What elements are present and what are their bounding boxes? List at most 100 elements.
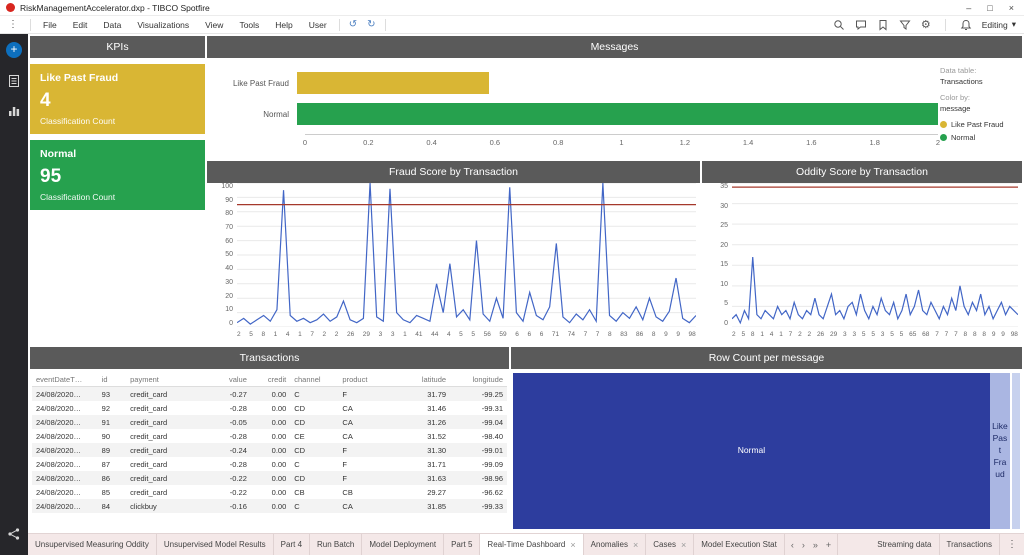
tab-close-icon[interactable]: × (570, 540, 575, 550)
menu-help[interactable]: Help (267, 16, 300, 34)
menu-tools[interactable]: Tools (231, 16, 267, 34)
table-row[interactable]: 24/08/2020… 86 credit_card -0.22 0.00 CD F 31.6… (32, 471, 507, 485)
bookmark-icon[interactable] (877, 19, 889, 31)
x-tick-label: 9 (1001, 331, 1005, 338)
collaboration-icon[interactable] (7, 527, 21, 541)
column-header-id[interactable]: id (97, 373, 127, 387)
column-header-product[interactable]: product (338, 373, 394, 387)
tab-nav-forward-icon[interactable]: › (802, 540, 805, 550)
tab-part-4[interactable]: Part 4 (274, 534, 311, 555)
bar-like-past-fraud[interactable] (297, 72, 490, 94)
table-row[interactable]: 24/08/2020… 93 credit_card -0.27 0.00 C F 31.79… (32, 386, 507, 401)
oddity-score-chart: 35 30 25 20 15 10 5 0 2 5 8 1 4 1 7 2 2 26 29 3 3 5 5 3 5 5 65 68 7… (706, 183, 1018, 343)
kpi-card-normal[interactable]: Normal 95 Classification Count (30, 140, 205, 210)
column-header-longitude[interactable]: longitude (450, 373, 507, 387)
column-header-channel[interactable]: channel (290, 373, 339, 387)
tab-add-icon[interactable]: + (826, 540, 831, 550)
table-cell: 31.79 (427, 389, 447, 399)
x-tick-label: 2 (798, 331, 802, 338)
comment-icon[interactable] (855, 19, 867, 31)
tab-cases[interactable]: Cases × (646, 534, 695, 555)
treemap-scrollbar[interactable] (1012, 373, 1020, 529)
tabbar-right: Streaming data Transactions (870, 534, 1000, 555)
tab-label: Unsupervised Measuring Oddity (35, 540, 149, 549)
tab-part-5[interactable]: Part 5 (444, 534, 481, 555)
tab-nav-back-icon[interactable]: ‹ (791, 540, 794, 550)
table-row[interactable]: 24/08/2020… 92 credit_card -0.28 0.00 CD CA 31.… (32, 401, 507, 415)
table-row[interactable]: 24/08/2020… 89 credit_card -0.24 0.00 CD F 31.3… (32, 443, 507, 457)
notifications-bell-icon[interactable] (960, 19, 972, 31)
menu-view[interactable]: View (197, 16, 231, 34)
tab-anomalies[interactable]: Anomalies × (584, 534, 647, 555)
tab-model-deployment[interactable]: Model Deployment (362, 534, 445, 555)
table-cell: credit_card (130, 473, 168, 483)
tab-close-icon[interactable]: × (681, 540, 686, 550)
x-tick-label: 2 (334, 331, 339, 338)
menu-user[interactable]: User (301, 16, 335, 34)
tab-close-icon[interactable]: × (633, 540, 638, 550)
column-header-latitude[interactable]: latitude (393, 373, 451, 387)
visualizations-icon[interactable] (7, 104, 21, 118)
editing-dropdown[interactable]: Editing ▾ (982, 19, 1016, 30)
column-header-value[interactable]: value (202, 373, 251, 387)
column-header-eventdatet[interactable]: eventDateT… (32, 373, 98, 387)
tab-unsupervised-measuring-oddity[interactable]: Unsupervised Measuring Oddity (28, 534, 157, 555)
tab-unsupervised-model-results[interactable]: Unsupervised Model Results (157, 534, 274, 555)
tab-run-batch[interactable]: Run Batch (310, 534, 363, 555)
tab-real-time-dashboard[interactable]: Real-Time Dashboard × (480, 534, 584, 555)
x-tick-label: 3 (378, 331, 383, 338)
minimize-button[interactable]: – (966, 3, 971, 13)
add-button[interactable]: + (6, 42, 22, 58)
x-tick-label: 4 (446, 331, 451, 338)
tab-streaming-data[interactable]: Streaming data (870, 534, 940, 555)
search-icon[interactable] (833, 19, 845, 31)
treemap-block-like-past-fraud[interactable]: Like Past Fraud (989, 373, 1010, 529)
menu-data[interactable]: Data (95, 16, 129, 34)
x-tick-label: 8 (982, 331, 986, 338)
table-row[interactable]: 24/08/2020… 84 clickbuy -0.16 0.00 C CA 31.85 -9… (32, 499, 507, 513)
redo-icon[interactable]: ↻ (362, 19, 380, 30)
settings-gear-icon[interactable]: ⚙ (921, 19, 931, 31)
maximize-button[interactable]: □ (987, 3, 992, 13)
column-header-credit[interactable]: credit (250, 373, 291, 387)
legend-item-like-past-fraud[interactable]: Like Past Fraud (940, 120, 1020, 129)
bar-normal[interactable] (297, 103, 938, 125)
data-table-value[interactable]: Transactions (940, 77, 1020, 86)
kpi-card-like-past-fraud[interactable]: Like Past Fraud 4 Classification Count (30, 64, 205, 134)
kpi-sublabel: Classification Count (40, 116, 116, 126)
table-cell: CA (342, 431, 353, 441)
color-by-value[interactable]: message (940, 104, 1020, 113)
menu-visualizations[interactable]: Visualizations (129, 16, 197, 34)
column-header-payment[interactable]: payment (126, 373, 203, 387)
undo-icon[interactable]: ↺ (344, 19, 362, 30)
y-tick-label: 0 (724, 319, 728, 327)
treemap-block-normal[interactable]: Normal (513, 373, 990, 529)
data-icon[interactable] (7, 74, 21, 88)
messages-legend: Like Past Fraud Normal (940, 120, 1020, 142)
tab-overflow-icon[interactable]: ⋮ (1000, 534, 1024, 555)
table-cell: CA (342, 403, 353, 413)
y-tick-label: 20 (225, 292, 233, 300)
menu-edit[interactable]: Edit (65, 16, 96, 34)
legend-label: Normal (951, 133, 976, 142)
table-row[interactable]: 24/08/2020… 90 credit_card -0.28 0.00 CE CA 31.… (32, 429, 507, 443)
filter-icon[interactable] (899, 19, 911, 31)
transactions-table: eventDateT… id payment value credit channel pr… (32, 373, 507, 513)
oddity-plot-area[interactable] (732, 183, 1018, 327)
transactions-header-row: eventDateT… id payment value credit channel pr… (32, 373, 507, 387)
x-tick-label: 0.8 (552, 138, 564, 147)
menu-file[interactable]: File (35, 16, 65, 34)
tab-nav-last-icon[interactable]: » (813, 540, 818, 550)
table-cell: credit_card (130, 389, 168, 399)
tab-transactions[interactable]: Transactions (940, 534, 1000, 555)
legend-item-normal[interactable]: Normal (940, 133, 1020, 142)
table-cell: 24/08/2020… (36, 431, 82, 441)
table-row[interactable]: 24/08/2020… 85 credit_card -0.22 0.00 CB CB 29.… (32, 485, 507, 499)
close-button[interactable]: × (1009, 3, 1014, 13)
more-menu-icon[interactable]: ⋮ (0, 19, 26, 30)
tab-model-execution-stat[interactable]: Model Execution Stat (694, 534, 785, 555)
fraud-plot-area[interactable] (237, 183, 696, 327)
table-cell: 24/08/2020… (36, 459, 82, 469)
table-row[interactable]: 24/08/2020… 87 credit_card -0.28 0.00 C F 31.71… (32, 457, 507, 471)
table-row[interactable]: 24/08/2020… 91 credit_card -0.05 0.00 CD CA 31.… (32, 415, 507, 429)
